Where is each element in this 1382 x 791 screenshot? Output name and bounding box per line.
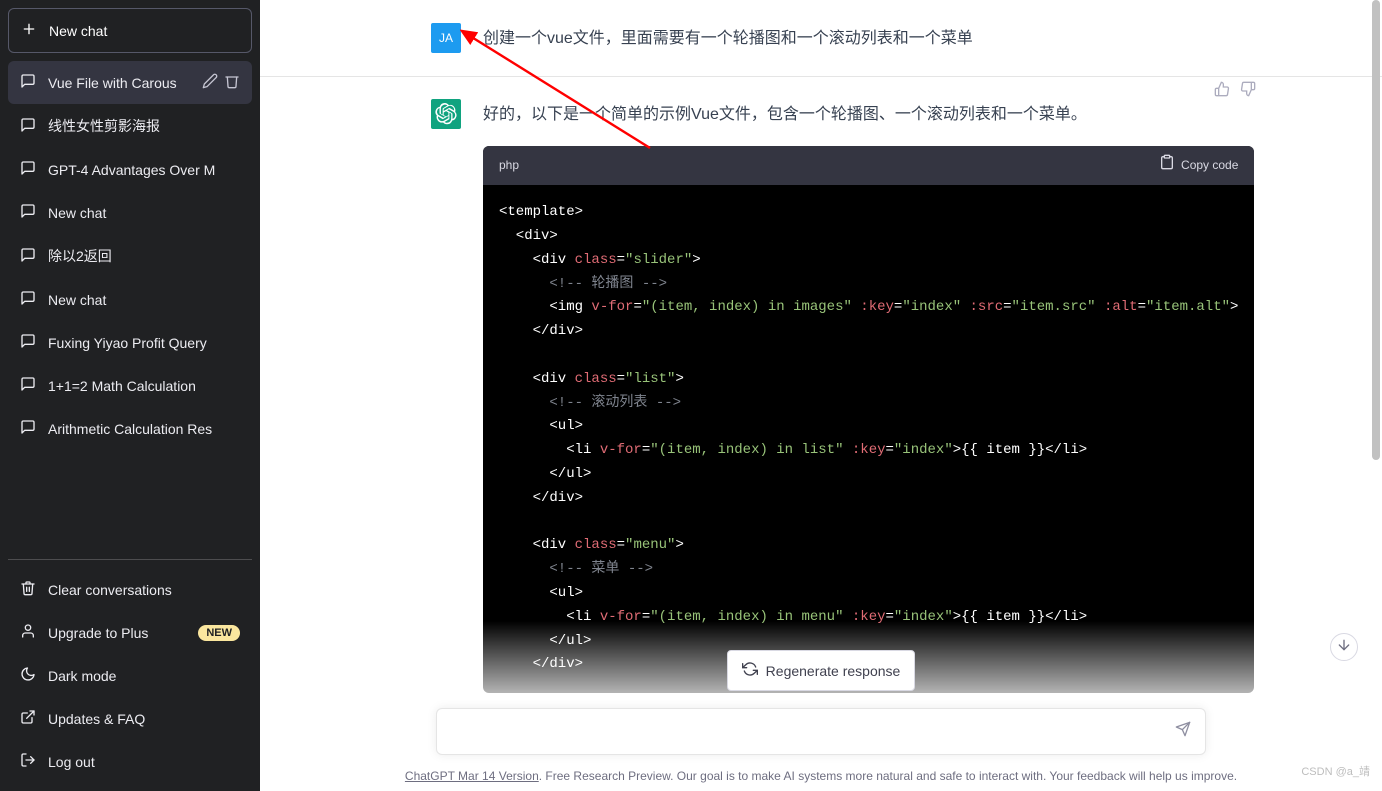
logout-label: Log out — [48, 754, 95, 770]
chat-label: New chat — [48, 205, 240, 221]
watermark: CSDN @a_靖 — [1301, 763, 1370, 779]
scrollbar-track[interactable] — [1370, 0, 1382, 791]
footer-rest: . Free Research Preview. Our goal is to … — [539, 769, 1237, 783]
message-input[interactable] — [451, 723, 1175, 741]
footer-text: ChatGPT Mar 14 Version. Free Research Pr… — [260, 769, 1382, 783]
user-text: 创建一个vue文件，里面需要有一个轮播图和一个滚动列表和一个菜单 — [483, 23, 1211, 54]
message-actions — [1214, 81, 1256, 102]
regenerate-button[interactable]: Regenerate response — [727, 650, 916, 691]
thumbs-down-icon[interactable] — [1240, 81, 1256, 102]
chat-label: 除以2返回 — [48, 246, 240, 266]
message-icon — [20, 419, 36, 438]
chat-list: Vue File with Carous 线性女性剪影海报 GPT-4 Advant… — [8, 61, 252, 551]
send-icon — [1175, 721, 1191, 737]
sidebar-footer: Clear conversations Upgrade to Plus NEW … — [8, 568, 252, 783]
sidebar-chat-item[interactable]: 除以2返回 — [8, 234, 252, 278]
clear-label: Clear conversations — [48, 582, 172, 598]
sidebar-chat-item[interactable]: 线性女性剪影海报 — [8, 104, 252, 148]
sidebar-chat-item[interactable]: GPT-4 Advantages Over M — [8, 148, 252, 191]
message-icon — [20, 73, 36, 92]
sidebar-chat-item[interactable]: Fuxing Yiyao Profit Query — [8, 321, 252, 364]
assistant-message: 好的，以下是一个简单的示例Vue文件，包含一个轮播图、一个滚动列表和一个菜单。 … — [431, 77, 1211, 715]
copy-label: Copy code — [1181, 155, 1238, 177]
scroll-down-button[interactable] — [1330, 633, 1358, 661]
message-icon — [20, 333, 36, 352]
sidebar-chat-item[interactable]: Arithmetic Calculation Res — [8, 407, 252, 450]
external-link-icon — [20, 709, 36, 728]
sidebar: New chat Vue File with Carous 线性女性剪影海报 GPT… — [0, 0, 260, 791]
chat-label: Vue File with Carous — [48, 75, 190, 91]
arrow-down-icon — [1336, 637, 1352, 658]
message-icon — [20, 290, 36, 309]
scrollbar-thumb[interactable] — [1372, 0, 1380, 460]
code-header: php Copy code — [483, 146, 1254, 186]
message-input-box — [436, 708, 1206, 755]
user-message: JA 创建一个vue文件，里面需要有一个轮播图和一个滚动列表和一个菜单 — [431, 15, 1211, 76]
clipboard-icon — [1159, 154, 1175, 178]
dark-label: Dark mode — [48, 668, 116, 684]
sidebar-chat-item[interactable]: 1+1=2 Math Calculation — [8, 364, 252, 407]
trash-icon — [20, 580, 36, 599]
sidebar-chat-item[interactable]: New chat — [8, 278, 252, 321]
chat-label: Arithmetic Calculation Res — [48, 421, 240, 437]
dark-mode-button[interactable]: Dark mode — [8, 654, 252, 697]
chat-label: 线性女性剪影海报 — [48, 116, 240, 136]
code-body: <template> <div> <div class="slider"> <!… — [483, 185, 1254, 693]
copy-code-button[interactable]: Copy code — [1159, 154, 1238, 178]
send-button[interactable] — [1175, 721, 1191, 742]
chat-label: 1+1=2 Math Calculation — [48, 378, 240, 394]
faq-label: Updates & FAQ — [48, 711, 145, 727]
user-icon — [20, 623, 36, 642]
new-chat-label: New chat — [49, 23, 107, 39]
logout-button[interactable]: Log out — [8, 740, 252, 783]
user-avatar: JA — [431, 23, 461, 53]
delete-icon[interactable] — [224, 73, 240, 92]
assistant-text: 好的，以下是一个简单的示例Vue文件，包含一个轮播图、一个滚动列表和一个菜单。 — [483, 101, 1254, 130]
chat-label: New chat — [48, 292, 240, 308]
message-icon — [20, 376, 36, 395]
assistant-avatar — [431, 99, 461, 129]
upgrade-button[interactable]: Upgrade to Plus NEW — [8, 611, 252, 654]
new-chat-button[interactable]: New chat — [8, 8, 252, 53]
clear-conversations-button[interactable]: Clear conversations — [8, 568, 252, 611]
message-icon — [20, 247, 36, 266]
regenerate-label: Regenerate response — [766, 663, 901, 679]
new-badge: NEW — [198, 625, 240, 641]
chat-label: GPT-4 Advantages Over M — [48, 162, 240, 178]
plus-icon — [21, 21, 37, 40]
upgrade-label: Upgrade to Plus — [48, 625, 148, 641]
thumbs-up-icon[interactable] — [1214, 81, 1230, 102]
message-icon — [20, 117, 36, 136]
faq-button[interactable]: Updates & FAQ — [8, 697, 252, 740]
version-link[interactable]: ChatGPT Mar 14 Version — [405, 769, 539, 783]
message-icon — [20, 203, 36, 222]
sidebar-chat-item[interactable]: New chat — [8, 191, 252, 234]
main-pane: JA 创建一个vue文件，里面需要有一个轮播图和一个滚动列表和一个菜单 好的，以… — [260, 0, 1382, 791]
openai-logo-icon — [435, 103, 457, 125]
divider — [8, 559, 252, 560]
logout-icon — [20, 752, 36, 771]
assistant-content: 好的，以下是一个简单的示例Vue文件，包含一个轮播图、一个滚动列表和一个菜单。 … — [483, 99, 1254, 693]
moon-icon — [20, 666, 36, 685]
chat-label: Fuxing Yiyao Profit Query — [48, 335, 240, 351]
message-icon — [20, 160, 36, 179]
refresh-icon — [742, 661, 758, 680]
code-lang: php — [499, 155, 519, 177]
code-block: php Copy code <template> <div> <div clas… — [483, 146, 1254, 694]
sidebar-chat-item[interactable]: Vue File with Carous — [8, 61, 252, 104]
edit-icon[interactable] — [202, 73, 218, 92]
